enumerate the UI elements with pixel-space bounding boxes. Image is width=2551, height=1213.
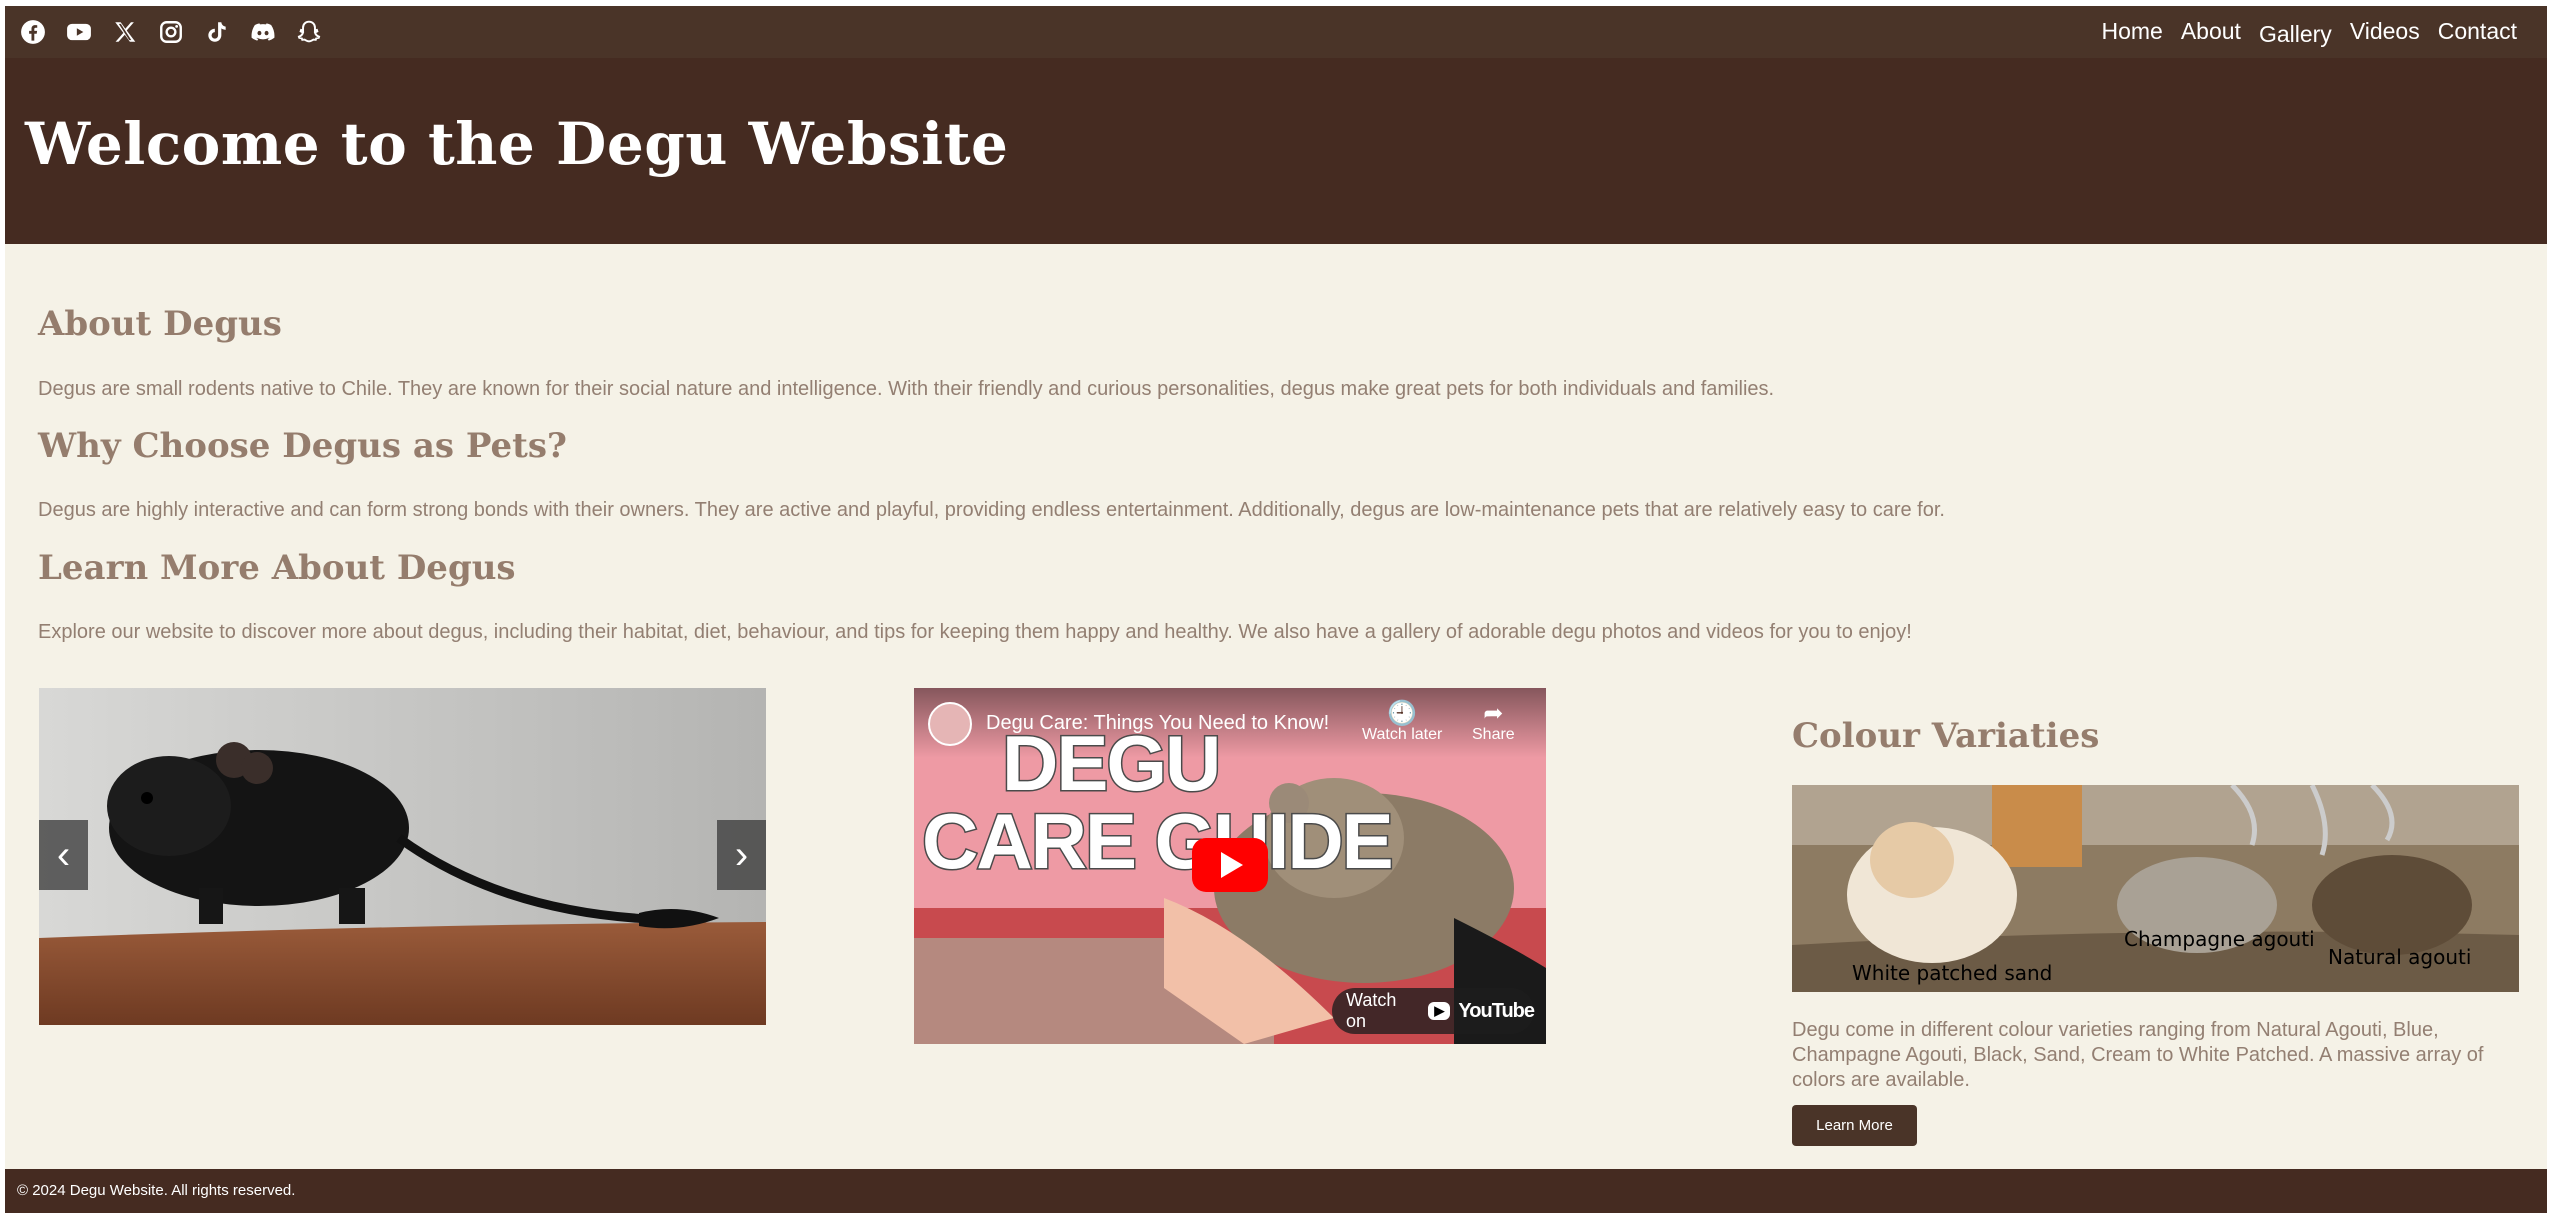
clock-icon: 🕘 [1387, 700, 1418, 727]
watch-later-label: Watch later [1362, 726, 1443, 743]
snapchat-icon[interactable] [293, 17, 325, 47]
colour-variaties-heading: Colour Variaties [1792, 716, 2100, 756]
instagram-icon[interactable] [155, 17, 187, 47]
nav-gallery[interactable]: Gallery [2259, 19, 2332, 49]
label-natural-agouti: Natural agouti [2328, 945, 2472, 969]
watch-on-youtube-button[interactable]: Watch on ▶ YouTube [1332, 988, 1535, 1034]
learn-more-button[interactable]: Learn More [1792, 1105, 1917, 1146]
youtube-embed[interactable]: Degu Care: Things You Need to Know! 🕘 Wa… [914, 688, 1546, 1044]
carousel-next-button[interactable]: › [717, 820, 766, 890]
watch-on-label: Watch on [1346, 990, 1397, 1031]
watch-later-button[interactable]: 🕘 Watch later [1362, 702, 1442, 744]
share-label: Share [1472, 726, 1515, 743]
nav-home[interactable]: Home [2101, 16, 2162, 49]
about-heading: About Degus [38, 304, 282, 344]
play-button[interactable] [1192, 838, 1268, 892]
label-white-patched-sand: White patched sand [1852, 961, 2053, 985]
colour-variaties-text: Degu come in different colour varieties … [1792, 1019, 2484, 1091]
footer-copyright: © 2024 Degu Website. All rights reserved… [17, 1182, 296, 1199]
play-icon [1221, 852, 1243, 878]
top-bar: Home About Gallery Videos Contact [5, 6, 2547, 58]
image-carousel: ‹ › [39, 688, 766, 1025]
main-nav: Home About Gallery Videos Contact [2101, 16, 2517, 49]
nav-about[interactable]: About [2181, 16, 2241, 49]
tiktok-icon[interactable] [201, 17, 233, 47]
page: Home About Gallery Videos Contact Welcom… [5, 6, 2547, 1213]
share-icon: ➦ [1483, 700, 1504, 727]
label-champagne-agouti: Champagne agouti [2124, 927, 2315, 951]
youtube-icon[interactable] [63, 17, 95, 47]
social-links [17, 17, 325, 47]
carousel-prev-button[interactable]: ‹ [39, 820, 88, 890]
nav-contact[interactable]: Contact [2438, 16, 2517, 49]
why-heading: Why Choose Degus as Pets? [38, 426, 567, 466]
learn-heading: Learn More About Degus [38, 548, 516, 588]
site-header: Welcome to the Degu Website [5, 58, 2547, 244]
carousel-image-black-degu [39, 688, 766, 1025]
learn-text: Explore our website to discover more abo… [38, 621, 1912, 643]
discord-icon[interactable] [247, 17, 279, 47]
about-text: Degus are small rodents native to Chile.… [38, 378, 1775, 400]
x-twitter-icon[interactable] [109, 17, 141, 47]
nav-videos[interactable]: Videos [2350, 16, 2420, 49]
site-footer: © 2024 Degu Website. All rights reserved… [5, 1169, 2547, 1213]
why-text: Degus are highly interactive and can for… [38, 499, 1945, 521]
cover-text-care-guide: CARE GUIDE [921, 796, 1396, 887]
facebook-icon[interactable] [17, 17, 49, 47]
youtube-logo: YouTube [1458, 999, 1535, 1022]
page-title: Welcome to the Degu Website [25, 110, 1009, 178]
channel-avatar[interactable] [928, 702, 972, 746]
colour-variaties-image: White patched sand Champagne agouti Natu… [1792, 785, 2519, 992]
share-button[interactable]: ➦ Share [1472, 702, 1515, 744]
youtube-play-icon: ▶ [1428, 1002, 1451, 1020]
